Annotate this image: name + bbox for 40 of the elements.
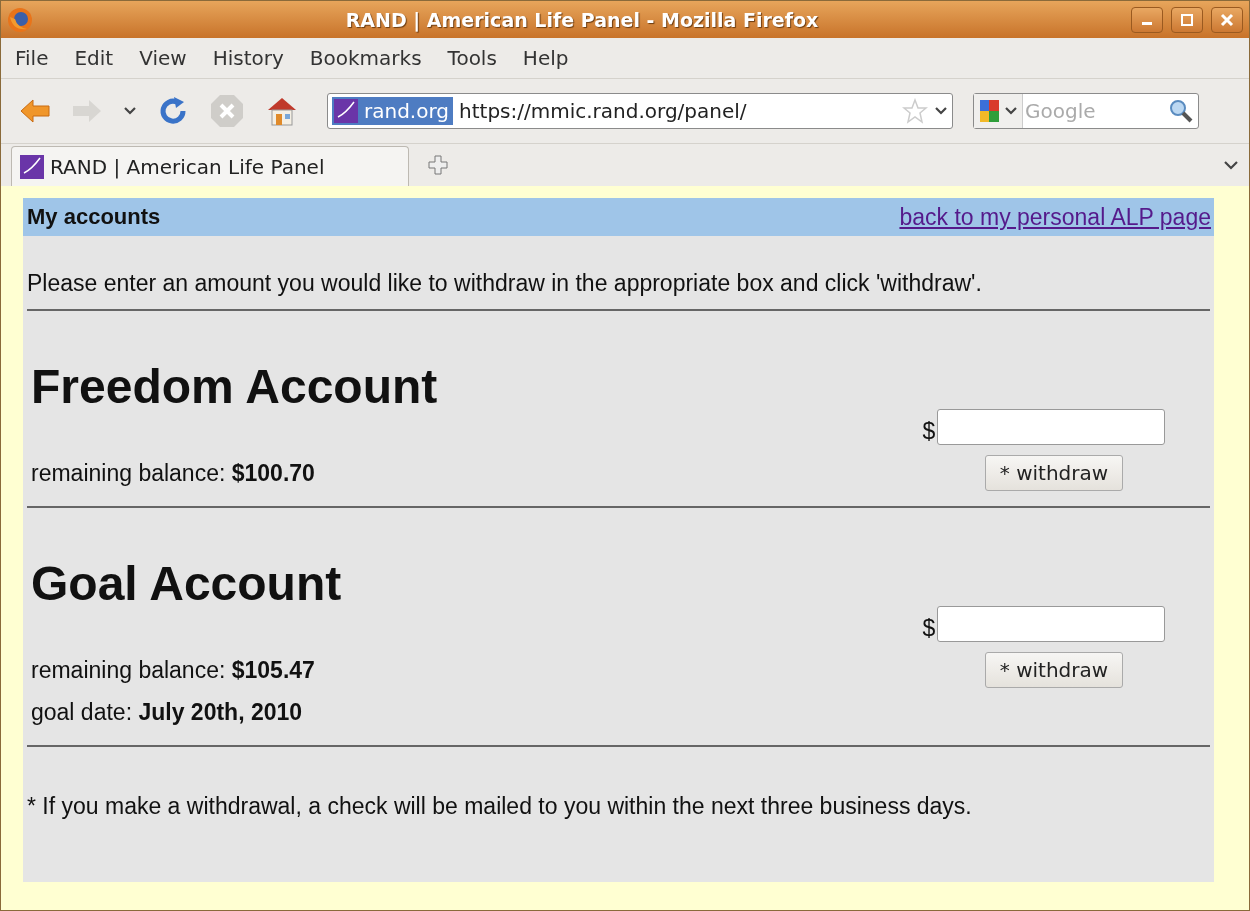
chevron-down-icon[interactable] — [1223, 160, 1239, 170]
star-icon[interactable] — [902, 98, 928, 124]
account-title: Goal Account — [31, 556, 343, 611]
header-title: My accounts — [27, 204, 161, 230]
minimize-button[interactable] — [1131, 6, 1163, 33]
footnote-text: * If you make a withdrawal, a check will be mailed to you within the next three business days. — [27, 793, 973, 820]
amount-field[interactable] — [937, 409, 1166, 445]
withdraw-button[interactable]: * withdraw — [984, 455, 1124, 491]
amount-field[interactable] — [937, 606, 1166, 642]
menu-item[interactable]: File — [15, 46, 49, 70]
tab-title: RAND | American Life Panel — [50, 154, 325, 179]
account-detail: goal date: July 20th, 2010 — [31, 698, 304, 727]
address-bar[interactable]: rand.org https://mmic.rand.org/panel/ — [327, 93, 953, 129]
menu-item[interactable]: Edit — [74, 46, 114, 70]
menu-item[interactable]: Tools — [447, 46, 497, 70]
account-title: Freedom Account — [31, 359, 439, 414]
browser-tab[interactable]: RAND | American Life Panel — [11, 146, 409, 186]
menu-item[interactable]: Bookmarks — [309, 46, 422, 70]
maximize-icon — [1180, 12, 1194, 27]
plus-icon[interactable] — [427, 154, 449, 176]
site-identity[interactable]: rand.org — [332, 97, 453, 125]
menu-item[interactable]: Help — [522, 46, 569, 70]
close-icon — [1220, 12, 1234, 27]
instructions-text: Please enter an amount you would like to withdraw in the appropriate box and click 'withdraw'. — [27, 270, 983, 297]
menu-item[interactable]: View — [139, 46, 187, 70]
back-link[interactable]: back to my personal ALP page — [899, 203, 1211, 231]
url-text: https://mmic.rand.org/panel/ — [459, 99, 748, 123]
account-detail: remaining balance: $105.47 — [31, 656, 316, 685]
currency-sign: $ — [922, 418, 936, 445]
currency-sign: $ — [922, 615, 936, 642]
withdraw-button[interactable]: * withdraw — [984, 652, 1124, 688]
window-title: RAND | American Life Panel - Mozilla Firefox — [344, 8, 820, 31]
back-arrow-icon[interactable] — [19, 98, 51, 124]
menu-item[interactable]: History — [212, 46, 284, 70]
maximize-button[interactable] — [1171, 6, 1203, 33]
search-box[interactable]: Google — [973, 93, 1199, 129]
search-icon[interactable] — [1168, 98, 1194, 124]
close-button[interactable] — [1211, 6, 1243, 33]
account-detail: remaining balance: $100.70 — [31, 459, 316, 488]
minimize-icon — [1142, 22, 1152, 25]
